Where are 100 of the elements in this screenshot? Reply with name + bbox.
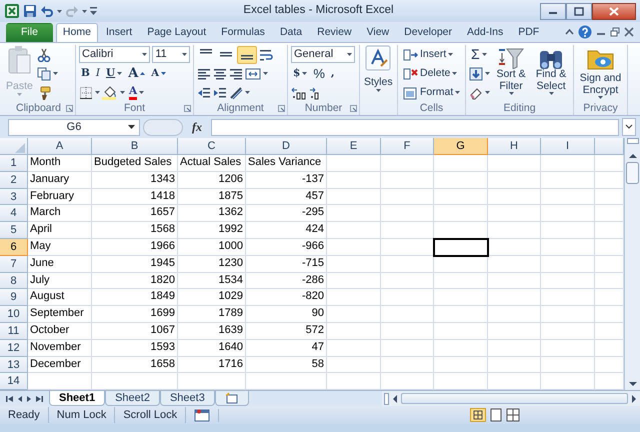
split-handle-icon[interactable] [384, 392, 389, 404]
save-icon[interactable] [23, 4, 37, 18]
find-select-button[interactable]: Find & Select [532, 45, 570, 102]
grow-font-button[interactable]: A [126, 64, 148, 82]
normal-view-icon[interactable] [470, 408, 486, 422]
ribbon-tab[interactable]: Developer [397, 23, 460, 42]
maximize-button[interactable] [566, 2, 592, 20]
column-header[interactable]: G [434, 138, 488, 155]
caret-icon[interactable] [302, 72, 308, 75]
ribbon-tab[interactable]: Page Layout [140, 23, 214, 42]
caret-icon[interactable] [128, 124, 135, 128]
customize-menu-icon[interactable] [90, 7, 97, 15]
row-header[interactable]: 7 [0, 256, 28, 273]
fill-down-icon[interactable] [469, 66, 483, 80]
column-header[interactable]: F [381, 138, 434, 155]
caret-icon[interactable] [139, 91, 144, 94]
expand-icon[interactable] [622, 118, 636, 136]
restore-icon[interactable] [610, 27, 620, 37]
sort-filter-button[interactable]: Sort & Filter [493, 45, 530, 102]
caret-icon[interactable] [508, 92, 514, 95]
caret-icon[interactable] [452, 72, 458, 75]
ribbon-tab[interactable]: Home [56, 23, 98, 42]
caret-icon[interactable] [95, 91, 100, 94]
dialog-launcher-icon[interactable] [350, 105, 357, 112]
page-layout-icon[interactable] [489, 408, 503, 422]
column-header[interactable]: B [92, 138, 178, 155]
row-header[interactable]: 10 [0, 306, 28, 323]
undo-icon[interactable] [40, 4, 54, 18]
column-header[interactable]: C [178, 138, 246, 155]
row-header[interactable]: 14 [0, 373, 28, 390]
styles-button[interactable]: Styles [363, 45, 394, 102]
font-color-button[interactable]: A [127, 84, 146, 102]
active-cell[interactable] [434, 238, 488, 256]
ribbon-tab[interactable]: Add-Ins [460, 23, 510, 42]
caret-icon[interactable] [548, 92, 554, 95]
row-header[interactable]: 4 [0, 205, 28, 222]
split-handle-icon[interactable] [626, 138, 638, 144]
row-header[interactable]: 12 [0, 340, 28, 357]
scroll-left-icon[interactable] [391, 394, 399, 404]
caret-icon[interactable] [120, 91, 125, 94]
column-header[interactable]: E [327, 138, 381, 155]
formula-grip[interactable] [143, 118, 183, 136]
sheet-tab[interactable]: Sheet3 [160, 391, 215, 406]
ribbon-tab[interactable]: Data [272, 23, 310, 42]
record-macro-icon[interactable] [194, 408, 210, 422]
percent-button[interactable]: % [311, 64, 327, 82]
row-header[interactable]: 8 [0, 272, 28, 290]
row-header[interactable]: 1 [0, 155, 28, 172]
file-tab[interactable]: File [6, 23, 53, 42]
sign-encrypt-button[interactable]: Sign and Encrypt [577, 45, 624, 102]
increase-decimal-icon[interactable] [291, 86, 307, 100]
row-header[interactable]: 2 [0, 172, 28, 189]
formula-input[interactable] [211, 118, 619, 136]
autosum-button[interactable]: Σ [469, 46, 489, 64]
next-sheet-icon[interactable] [26, 394, 32, 402]
ribbon-tab[interactable]: Insert [98, 23, 140, 42]
row-header[interactable]: 9 [0, 289, 28, 306]
column-header[interactable]: H [488, 138, 541, 155]
scroll-right-icon[interactable] [630, 394, 638, 404]
name-box[interactable]: G6 [8, 118, 140, 136]
caret-icon[interactable] [57, 10, 62, 12]
column-header[interactable]: I [541, 138, 595, 155]
font-name-field[interactable]: Calibri [79, 46, 150, 63]
caret-icon[interactable] [52, 72, 58, 75]
dialog-launcher-icon[interactable] [66, 105, 73, 112]
italic-button[interactable]: I [94, 64, 102, 82]
row-header[interactable]: 5 [0, 222, 28, 239]
previous-sheet-icon[interactable] [17, 394, 23, 402]
dialog-launcher-icon[interactable] [184, 105, 191, 112]
caret-icon[interactable] [448, 53, 454, 56]
format-cells-button[interactable]: Format [401, 84, 462, 102]
row-header[interactable]: 6 [0, 238, 28, 256]
orientation-icon[interactable] [229, 86, 243, 100]
shrink-font-button[interactable]: A [149, 64, 168, 82]
ribbon-tab[interactable]: PDF [511, 23, 546, 42]
minimize-button[interactable] [540, 2, 566, 20]
caret-icon[interactable] [245, 91, 250, 94]
caret-icon[interactable] [82, 10, 87, 12]
align-center-icon[interactable] [213, 66, 227, 80]
insert-cells-button[interactable]: Insert [401, 46, 462, 64]
align-right-icon[interactable] [229, 66, 243, 80]
bold-button[interactable]: B [79, 64, 92, 82]
underline-button[interactable]: U [104, 64, 124, 82]
increase-indent-icon[interactable] [213, 86, 227, 100]
last-sheet-icon[interactable] [35, 394, 43, 402]
fill-color-icon[interactable] [102, 86, 118, 100]
insert-sheet-icon[interactable] [224, 392, 239, 404]
eraser-icon[interactable] [469, 86, 483, 100]
copy-icon[interactable] [36, 66, 51, 80]
caret-icon[interactable] [117, 72, 122, 75]
delete-cells-button[interactable]: Delete [401, 64, 462, 82]
comma-button[interactable]: , [328, 64, 337, 82]
caret-icon[interactable] [182, 53, 187, 56]
row-header[interactable]: 3 [0, 188, 28, 206]
caret-icon[interactable] [142, 53, 148, 56]
insert-function-button[interactable]: fx [186, 118, 208, 136]
caret-icon[interactable] [455, 91, 460, 94]
sheet-tab[interactable]: Sheet1 [49, 391, 106, 406]
close-icon[interactable] [624, 27, 634, 37]
scroll-thumb-icon[interactable] [626, 162, 639, 184]
